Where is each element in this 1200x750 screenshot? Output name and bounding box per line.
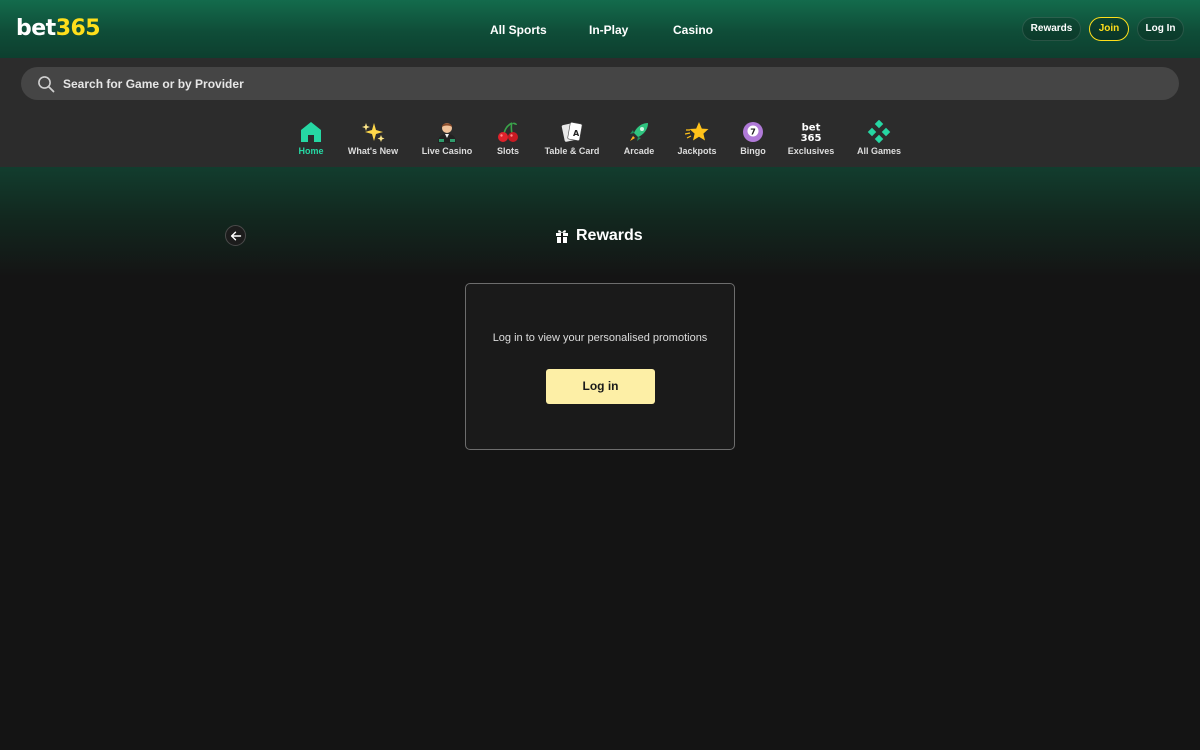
bet365-mini-logo-icon: bet 365: [801, 123, 822, 145]
category-exclusives[interactable]: bet 365 Exclusives: [784, 118, 838, 162]
diamond-grid-icon: [867, 120, 891, 144]
login-header-button[interactable]: Log In: [1137, 17, 1184, 41]
nav-casino[interactable]: Casino: [673, 22, 713, 38]
svg-text:7: 7: [750, 128, 756, 137]
nav-all-sports[interactable]: All Sports: [490, 22, 547, 38]
category-all-games[interactable]: All Games: [853, 118, 905, 162]
rewards-button[interactable]: Rewards: [1022, 17, 1081, 41]
back-button[interactable]: [225, 225, 246, 246]
gift-icon: [556, 230, 568, 243]
category-label: Arcade: [623, 146, 655, 156]
search-icon: [38, 76, 55, 93]
arrow-left-icon: [230, 231, 242, 241]
login-button[interactable]: Log in: [546, 369, 655, 404]
category-label: Slots: [496, 146, 519, 156]
category-nav: Home What's New Live Casino Slots A Tabl…: [0, 118, 1200, 166]
home-icon: [301, 122, 321, 142]
login-prompt-message: Log in to view your personalised promoti…: [492, 332, 708, 344]
category-jackpots[interactable]: Jackpots: [673, 118, 721, 162]
category-label: Table & Card: [544, 146, 600, 156]
category-home[interactable]: Home: [293, 118, 329, 162]
search-bar[interactable]: Search for Game or by Provider: [21, 67, 1179, 100]
category-label: Bingo: [740, 146, 766, 156]
category-whats-new[interactable]: What's New: [343, 118, 403, 162]
casino-subheader: Search for Game or by Provider Home What…: [0, 58, 1200, 167]
category-label: Jackpots: [677, 146, 717, 156]
star-icon: [685, 122, 709, 141]
search-placeholder: Search for Game or by Provider: [63, 77, 244, 91]
category-label: All Games: [856, 146, 902, 156]
dealer-icon: [438, 123, 456, 143]
exclusives-logo-bet: bet: [802, 123, 821, 134]
page-title-text: Rewards: [576, 227, 643, 244]
sparkles-icon: [362, 123, 385, 142]
header-glow: [0, 167, 1200, 277]
category-live-casino[interactable]: Live Casino: [418, 118, 476, 162]
main-nav: All Sports In-Play Casino: [0, 0, 1200, 58]
rocket-icon: [630, 123, 648, 141]
cherries-icon: [498, 122, 518, 142]
bingo-ball-icon: 7: [743, 122, 763, 142]
playing-cards-icon: A: [561, 122, 583, 142]
category-label: Live Casino: [421, 146, 473, 156]
svg-text:A: A: [573, 129, 580, 138]
exclusives-logo-365: 365: [801, 133, 822, 144]
category-bingo[interactable]: 7 Bingo: [736, 118, 770, 162]
category-label: Home: [298, 146, 324, 156]
nav-in-play[interactable]: In-Play: [589, 22, 628, 38]
login-prompt-card: Log in to view your personalised promoti…: [465, 283, 735, 450]
category-slots[interactable]: Slots: [492, 118, 524, 162]
category-arcade[interactable]: Arcade: [620, 118, 658, 162]
top-header: bet365 All Sports In-Play Casino Rewards…: [0, 0, 1200, 58]
join-button[interactable]: Join: [1089, 17, 1129, 41]
category-label: What's New: [347, 146, 399, 156]
category-table-card[interactable]: A Table & Card: [540, 118, 604, 162]
category-label: Exclusives: [787, 146, 835, 156]
page-title: Rewards: [555, 226, 643, 246]
